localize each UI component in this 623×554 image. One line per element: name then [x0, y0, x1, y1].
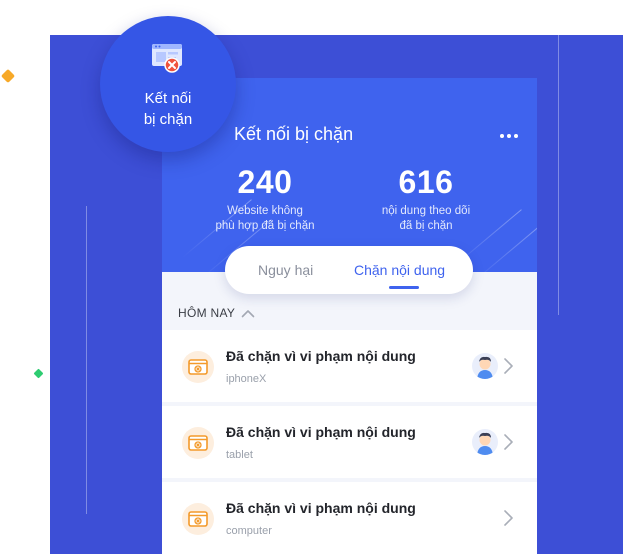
- active-tab-indicator: [389, 286, 419, 289]
- app-screen: Kết nối bị chặn 240 Website không phù hợ…: [162, 78, 537, 554]
- list-item[interactable]: Đã chặn vì vi phạm nội dung tablet: [162, 406, 537, 478]
- item-title: Đã chặn vì vi phạm nội dung: [226, 424, 416, 440]
- chevron-right-icon: [504, 510, 513, 526]
- page-title: Kết nối bị chặn: [234, 124, 354, 144]
- stat-value: 616: [398, 164, 454, 200]
- stat-label: nội dung theo dõi đã bị chặn: [381, 205, 471, 232]
- tab-harmful[interactable]: Nguy hại: [258, 246, 313, 294]
- decorative-diamond: [0, 68, 16, 84]
- blocked-site-icon: [182, 351, 214, 383]
- more-options-button[interactable]: [494, 126, 524, 146]
- more-dots-icon: [507, 134, 511, 138]
- item-device: tablet: [226, 449, 253, 461]
- more-dots-icon: [500, 134, 504, 138]
- section-header-today[interactable]: HÔM NAY: [178, 306, 255, 320]
- stat-label: Website không phù hợp đã bị chặn: [215, 205, 315, 232]
- item-title: Đã chặn vì vi phạm nội dung: [226, 348, 416, 364]
- avatar: [472, 353, 498, 379]
- stat-value: 240: [237, 164, 293, 200]
- section-title: HÔM NAY: [178, 306, 236, 320]
- item-title: Đã chặn vì vi phạm nội dung: [226, 500, 416, 516]
- chevron-up-icon: [241, 309, 255, 317]
- list-item[interactable]: Đã chặn vì vi phạm nội dung computer: [162, 482, 537, 554]
- decorative-diamond: [33, 368, 44, 379]
- stat-blocked-tracking: 616 nội dung theo dõi đã bị chặn: [351, 164, 501, 234]
- avatar: [472, 429, 498, 455]
- chevron-right-icon: [504, 358, 513, 374]
- badge-label: Kết nối bị chặn: [143, 90, 193, 128]
- decorative-line: [558, 35, 559, 315]
- blocked-site-icon: [182, 503, 214, 535]
- more-dots-icon: [514, 134, 518, 138]
- tab-bar: Nguy hại Chặn nội dung: [225, 246, 473, 294]
- blocked-connections-badge: Kết nối bị chặn: [100, 16, 236, 152]
- item-device: computer: [226, 525, 272, 537]
- blocked-site-icon: [182, 427, 214, 459]
- chevron-right-icon: [504, 434, 513, 450]
- decorative-line: [86, 206, 87, 514]
- browser-blocked-icon: [152, 44, 182, 73]
- stat-blocked-websites: 240 Website không phù hợp đã bị chặn: [190, 164, 340, 234]
- item-device: iphoneX: [226, 373, 267, 385]
- list-item[interactable]: Đã chặn vì vi phạm nội dung iphoneX: [162, 330, 537, 402]
